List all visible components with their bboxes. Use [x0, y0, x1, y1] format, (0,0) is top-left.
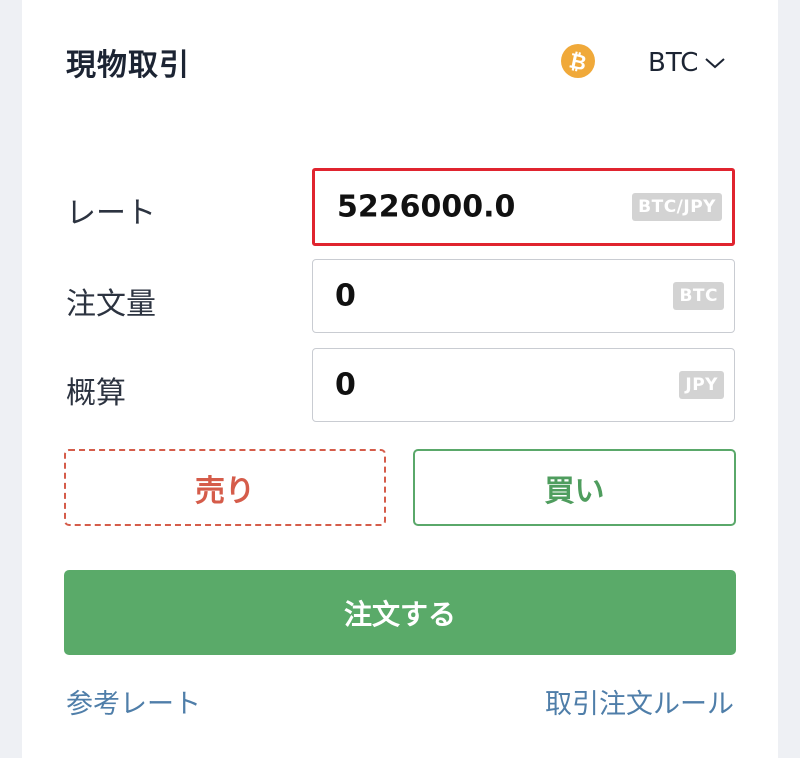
estimate-unit-badge: JPY — [679, 371, 724, 399]
amount-label: 注文量 — [66, 287, 156, 322]
spot-trade-panel: 現物取引 ₿ BTC レート 5226000.0 BTC/JPY 注文量 0 B… — [22, 0, 778, 758]
estimate-value: 0 — [335, 367, 356, 403]
page-title: 現物取引 — [66, 48, 190, 83]
rate-input[interactable]: 5226000.0 BTC/JPY — [312, 168, 735, 246]
chevron-down-icon — [705, 58, 726, 69]
rate-unit-badge: BTC/JPY — [632, 193, 722, 221]
reference-rate-link[interactable]: 参考レート — [66, 682, 201, 721]
rate-value: 5226000.0 — [337, 189, 516, 225]
amount-unit-badge: BTC — [673, 282, 724, 310]
amount-input[interactable]: 0 BTC — [312, 259, 735, 333]
rate-label: レート — [66, 196, 156, 231]
sell-button[interactable]: 売り — [64, 449, 386, 526]
currency-select-label: BTC — [648, 48, 699, 78]
estimate-label: 概算 — [66, 376, 126, 411]
currency-select[interactable]: BTC — [648, 46, 726, 80]
order-button[interactable]: 注文する — [64, 570, 736, 655]
trading-rules-link[interactable]: 取引注文ルール — [545, 682, 734, 721]
buy-button[interactable]: 買い — [413, 449, 736, 526]
estimate-input[interactable]: 0 JPY — [312, 348, 735, 422]
svg-text:₿: ₿ — [567, 48, 589, 75]
bitcoin-icon: ₿ — [561, 44, 595, 78]
amount-value: 0 — [335, 278, 356, 314]
